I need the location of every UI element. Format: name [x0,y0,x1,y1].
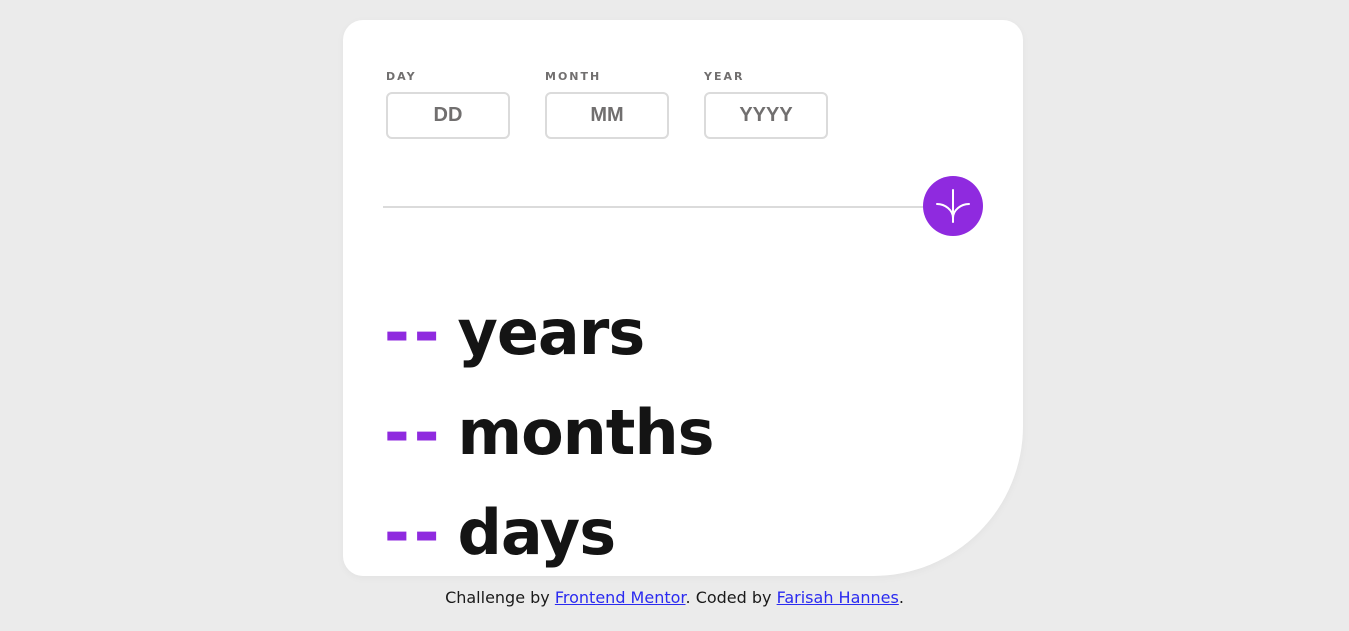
age-calculator-card: DAY MONTH YEAR -- years -- months -- da [343,20,1023,576]
day-field: DAY [386,70,510,139]
author-link[interactable]: Farisah Hannes [777,588,899,607]
arrow-down-icon [936,189,970,223]
footer-prefix: Challenge by [445,588,550,607]
frontend-mentor-link[interactable]: Frontend Mentor [555,588,686,607]
year-field: YEAR [704,70,828,139]
days-unit: days [457,495,616,569]
divider [383,206,943,208]
submit-button[interactable] [923,176,983,236]
day-input[interactable] [386,92,510,139]
result-years: -- years [384,282,714,382]
footer-middle: . Coded by [685,588,772,607]
attribution-footer: Challenge by Frontend Mentor. Coded by F… [0,588,1349,607]
day-label: DAY [386,70,417,83]
results: -- years -- months -- days [384,282,715,582]
month-input[interactable] [545,92,669,139]
month-field: MONTH [545,70,669,139]
year-label: YEAR [704,70,745,83]
month-label: MONTH [545,70,602,83]
footer-suffix: . [898,588,904,607]
result-months: -- months [384,382,715,482]
months-unit: months [457,395,714,469]
date-fields: DAY MONTH YEAR [386,70,863,139]
years-value: -- [384,295,444,369]
year-input[interactable] [704,92,828,139]
days-value: -- [384,495,444,569]
months-value: -- [384,395,444,469]
result-days: -- days [384,482,714,582]
years-unit: years [457,295,645,369]
